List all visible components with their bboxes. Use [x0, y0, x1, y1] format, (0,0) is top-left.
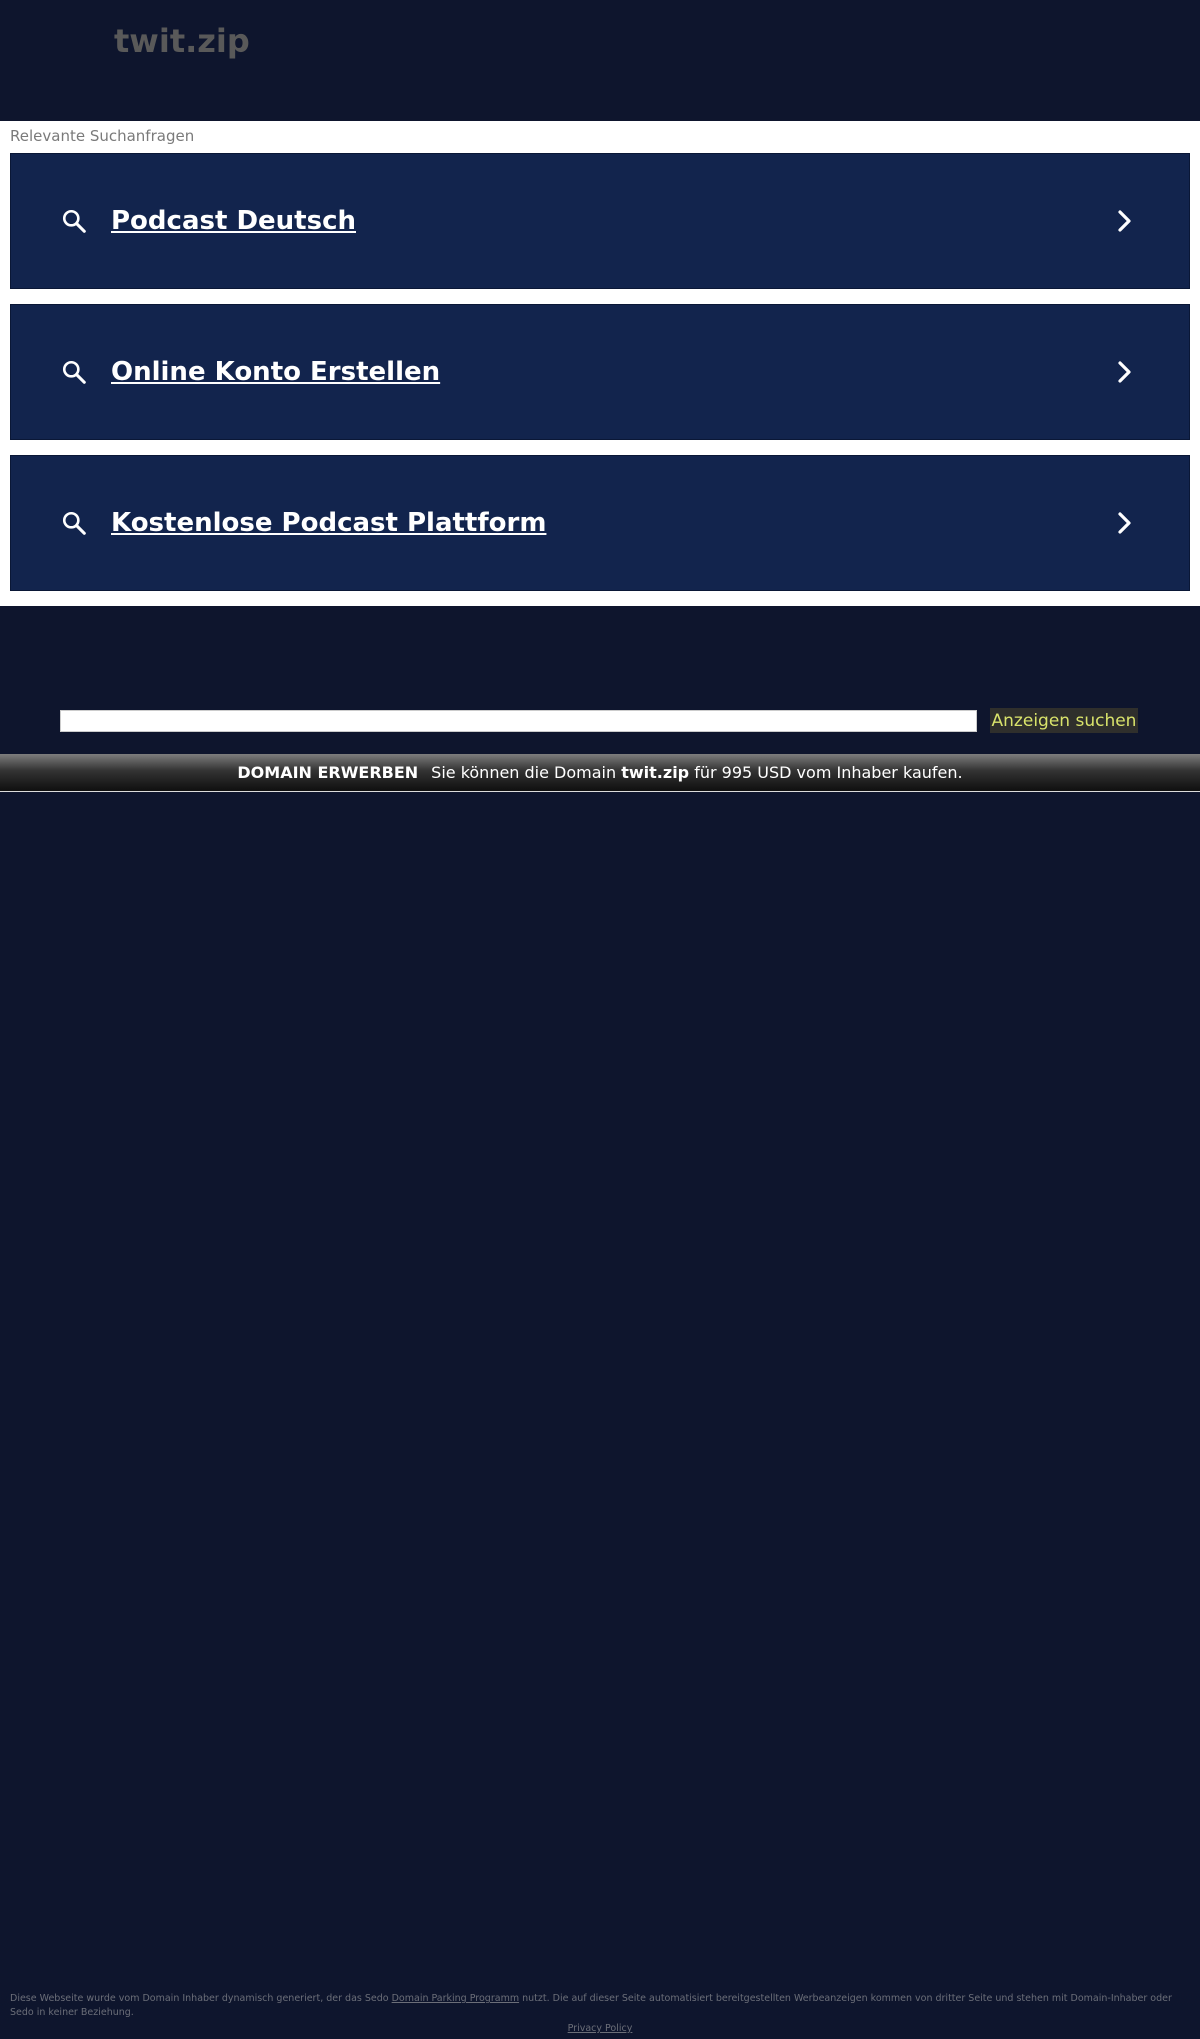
search-icon [61, 196, 111, 246]
chevron-right-icon [1109, 503, 1139, 543]
search-icon [61, 498, 111, 548]
buy-domain-label: DOMAIN ERWERBEN [237, 763, 419, 782]
related-searches: Relevante Suchanfragen Podcast Deutsch O… [0, 121, 1200, 606]
domain-buy-banner[interactable]: DOMAIN ERWERBEN Sie können die Domain tw… [0, 754, 1200, 792]
domain-parking-link[interactable]: Domain Parking Programm [392, 1993, 519, 2004]
banner-domain-name: twit.zip [621, 763, 690, 782]
related-search-label: Online Konto Erstellen [111, 357, 441, 387]
search-ads-button[interactable]: Anzeigen suchen [990, 708, 1138, 733]
banner-text-after: für 995 USD vom Inhaber kaufen. [694, 763, 963, 782]
chevron-right-icon [1109, 352, 1139, 392]
page: twit.zip Relevante Suchanfragen Podcast … [0, 0, 1200, 2039]
related-search-link[interactable]: Online Konto Erstellen [10, 304, 1190, 440]
related-search-link[interactable]: Podcast Deutsch [10, 153, 1190, 289]
related-search-link[interactable]: Kostenlose Podcast Plattform [10, 455, 1190, 591]
footer-disclaimer: Diese Webseite wurde vom Domain Inhaber … [10, 1992, 1190, 2020]
search-bar: Anzeigen suchen [0, 606, 1200, 754]
footer: Diese Webseite wurde vom Domain Inhaber … [0, 1992, 1200, 2036]
related-search-label: Kostenlose Podcast Plattform [111, 508, 547, 538]
site-title: twit.zip [114, 22, 250, 60]
privacy-policy-link[interactable]: Privacy Policy [10, 2022, 1190, 2036]
banner-text-before: Sie können die Domain [431, 763, 617, 782]
search-icon [61, 347, 111, 397]
related-searches-title: Relevante Suchanfragen [10, 127, 195, 145]
search-input[interactable] [60, 710, 977, 732]
chevron-right-icon [1109, 201, 1139, 241]
footer-text-before: Diese Webseite wurde vom Domain Inhaber … [10, 1993, 389, 2004]
related-search-label: Podcast Deutsch [111, 206, 356, 236]
header: twit.zip [0, 0, 1200, 121]
